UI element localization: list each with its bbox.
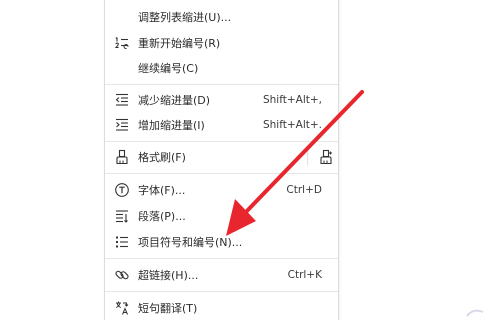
menu-item-restart-numbering[interactable]: 重新开始编号(R) xyxy=(105,30,338,56)
menu-item-shortcut: Shift+Alt+. xyxy=(262,119,322,131)
menu-item-label: 字体(F)... xyxy=(138,184,186,197)
menu-item-paragraph[interactable]: 段落(P)... xyxy=(105,203,338,229)
increase-indent-icon xyxy=(114,117,130,133)
menu-item-adjust-list-indent[interactable]: 调整列表缩进(U)... xyxy=(105,4,338,30)
format-painter-quick-icon[interactable] xyxy=(318,149,334,165)
menu-item-decrease-indent[interactable]: 减少缩进量(D) Shift+Alt+, xyxy=(105,87,338,113)
menu-item-split-divider xyxy=(307,149,308,166)
context-menu: 调整列表缩进(U)... 重新开始编号(R) 继续编号(C) 减少缩进量(D) … xyxy=(104,0,339,320)
menu-item-increase-indent[interactable]: 增加缩进量(I) Shift+Alt+. xyxy=(105,112,338,138)
menu-item-label: 减少缩进量(D) xyxy=(138,94,211,107)
menu-item-format-painter[interactable]: 格式刷(F) xyxy=(105,144,338,170)
menu-item-label: 继续编号(C) xyxy=(138,62,199,75)
menu-item-continue-numbering[interactable]: 继续编号(C) xyxy=(105,55,338,81)
menu-item-hyperlink[interactable]: 超链接(H)... Ctrl+K xyxy=(105,262,338,288)
menu-item-font[interactable]: 字体(F)... Ctrl+D xyxy=(105,177,338,203)
screenshot-page: 调整列表缩进(U)... 重新开始编号(R) 继续编号(C) 减少缩进量(D) … xyxy=(0,0,489,320)
menu-item-bullets-and-numbering[interactable]: 项目符号和编号(N)... xyxy=(105,229,338,255)
menu-separator xyxy=(105,173,338,174)
menu-item-shortcut: Ctrl+K xyxy=(287,269,322,281)
menu-item-shortcut: Shift+Alt+, xyxy=(262,94,322,106)
menu-separator xyxy=(105,291,338,292)
menu-item-label: 项目符号和编号(N)... xyxy=(138,236,243,249)
menu-item-label: 重新开始编号(R) xyxy=(138,37,221,50)
menu-separator xyxy=(105,258,338,259)
format-painter-icon xyxy=(114,149,130,165)
menu-item-shortcut: Ctrl+D xyxy=(286,184,322,196)
hyperlink-icon xyxy=(114,267,130,283)
menu-item-label: 段落(P)... xyxy=(138,210,186,223)
menu-separator xyxy=(105,141,338,142)
menu-item-label: 调整列表缩进(U)... xyxy=(138,11,232,24)
menu-separator xyxy=(105,84,338,85)
menu-item-label: 超链接(H)... xyxy=(138,269,199,282)
watermark-corner-icon xyxy=(466,309,484,317)
menu-item-sentence-translate[interactable]: 短句翻译(T) xyxy=(105,295,338,320)
restart-numbering-icon xyxy=(114,35,130,51)
paragraph-icon xyxy=(114,208,130,224)
translate-icon xyxy=(114,300,130,316)
menu-item-label: 短句翻译(T) xyxy=(138,302,198,315)
bullets-numbering-icon xyxy=(114,234,130,250)
font-icon xyxy=(114,182,130,198)
decrease-indent-icon xyxy=(114,92,130,108)
menu-item-label: 增加缩进量(I) xyxy=(138,119,205,132)
menu-item-label: 格式刷(F) xyxy=(138,151,186,164)
